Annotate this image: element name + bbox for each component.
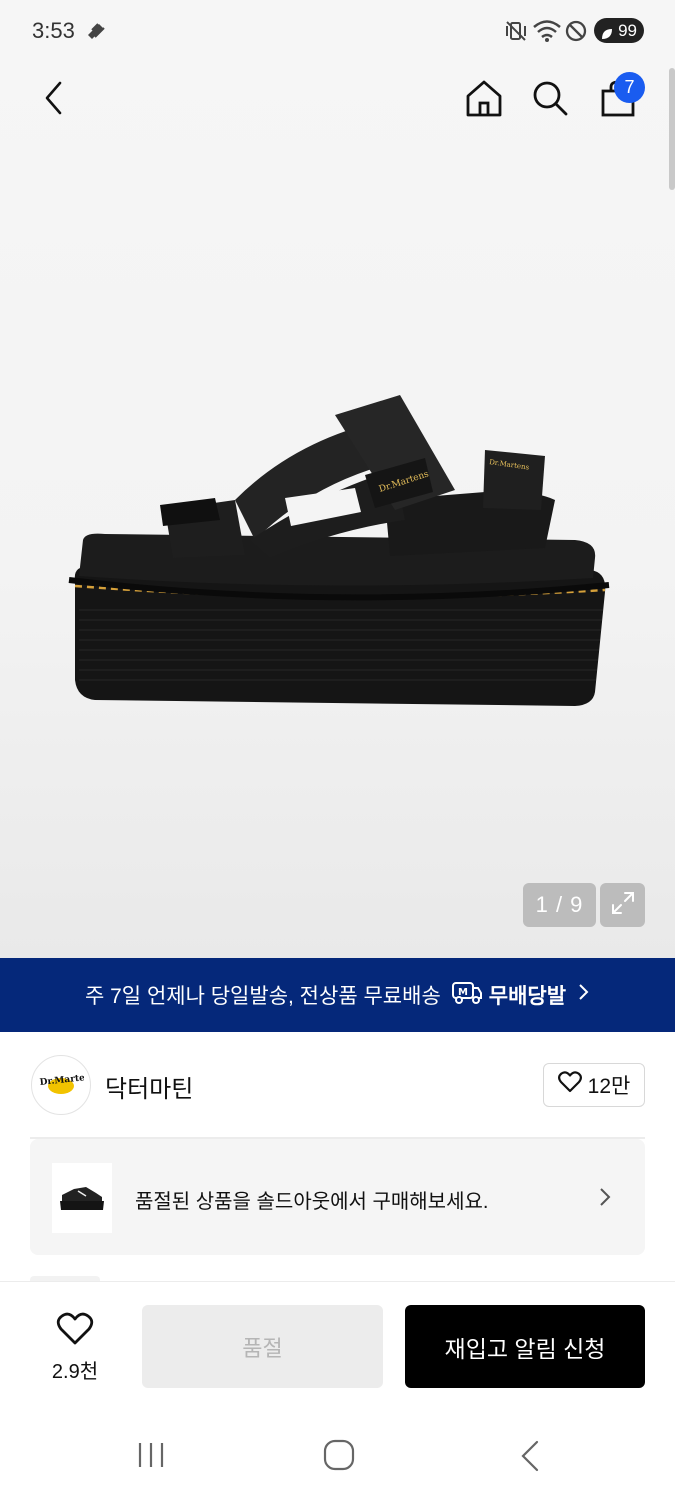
delivery-truck-icon: M <box>451 979 483 1011</box>
restock-alert-button[interactable]: 재입고 알림 신청 <box>405 1305 645 1388</box>
wishlist-button[interactable]: 2.9천 <box>35 1312 115 1384</box>
page-scrollbar[interactable] <box>669 68 675 190</box>
expand-button[interactable] <box>600 883 645 927</box>
cart-count-badge: 7 <box>614 72 645 103</box>
image-counter: 1 / 9 <box>523 883 596 927</box>
status-bar: 3:53 99 <box>0 0 675 62</box>
svg-text:M: M <box>458 987 468 998</box>
brand-like-count: 12만 <box>587 1075 631 1098</box>
wifi-icon <box>532 19 562 48</box>
recent-apps-button[interactable] <box>134 1439 168 1476</box>
expand-icon <box>610 890 636 921</box>
wishlist-count: 2.9천 <box>51 1361 99 1383</box>
soldout-promo-text: 품절된 상품을 솔드아웃에서 구매해보세요. <box>135 1191 489 1213</box>
status-time: 3:53 <box>32 18 75 43</box>
home-button[interactable] <box>462 78 506 122</box>
draw-tool-icon <box>84 18 108 47</box>
heart-icon <box>557 1071 582 1099</box>
soldout-promo-card[interactable]: 품절된 상품을 솔드아웃에서 구매해보세요. <box>30 1139 645 1255</box>
back-button[interactable] <box>36 80 72 120</box>
soldout-button: 품절 <box>142 1305 383 1388</box>
chevron-right-icon <box>599 1187 611 1212</box>
home-icon <box>464 78 504 123</box>
heart-icon <box>56 1312 94 1350</box>
promo-text: 주 7일 언제나 당일발송, 전상품 무료배송 <box>84 985 441 1008</box>
battery-level: 99 <box>618 21 637 40</box>
brand-logo[interactable]: Dr.Martens <box>31 1055 91 1115</box>
search-icon <box>531 79 569 122</box>
search-button[interactable] <box>528 78 572 122</box>
battery-indicator: 99 <box>594 18 644 43</box>
chevron-left-icon <box>44 81 64 120</box>
home-nav-button[interactable] <box>322 1439 356 1476</box>
brand-name[interactable]: 닥터마틴 <box>105 1069 193 1104</box>
promo-banner[interactable]: 주 7일 언제나 당일발송, 전상품 무료배송 M 무배당발 <box>0 958 675 1032</box>
svg-text:Dr.Martens: Dr.Martens <box>39 1072 84 1088</box>
promo-badge: M 무배당발 <box>451 979 566 1011</box>
promo-badge-label: 무배당발 <box>488 985 567 1008</box>
battery-saver-icon <box>600 23 614 48</box>
product-image-gallery[interactable]: 3:53 99 7 Dr.Martens Dr.Martens 1 / 9 <box>0 0 675 958</box>
back-nav-button[interactable] <box>515 1439 545 1478</box>
do-not-disturb-icon <box>565 20 587 47</box>
soldout-product-thumbnail <box>52 1163 112 1233</box>
product-photo[interactable]: Dr.Martens Dr.Martens <box>55 380 615 725</box>
chevron-right-icon <box>578 983 590 1007</box>
system-navigation-bar <box>0 1421 675 1500</box>
brand-like-button[interactable]: 12만 <box>543 1063 645 1107</box>
vibrate-off-icon <box>505 20 527 47</box>
bottom-action-bar: 2.9천 품절 재입고 알림 신청 <box>0 1281 675 1421</box>
